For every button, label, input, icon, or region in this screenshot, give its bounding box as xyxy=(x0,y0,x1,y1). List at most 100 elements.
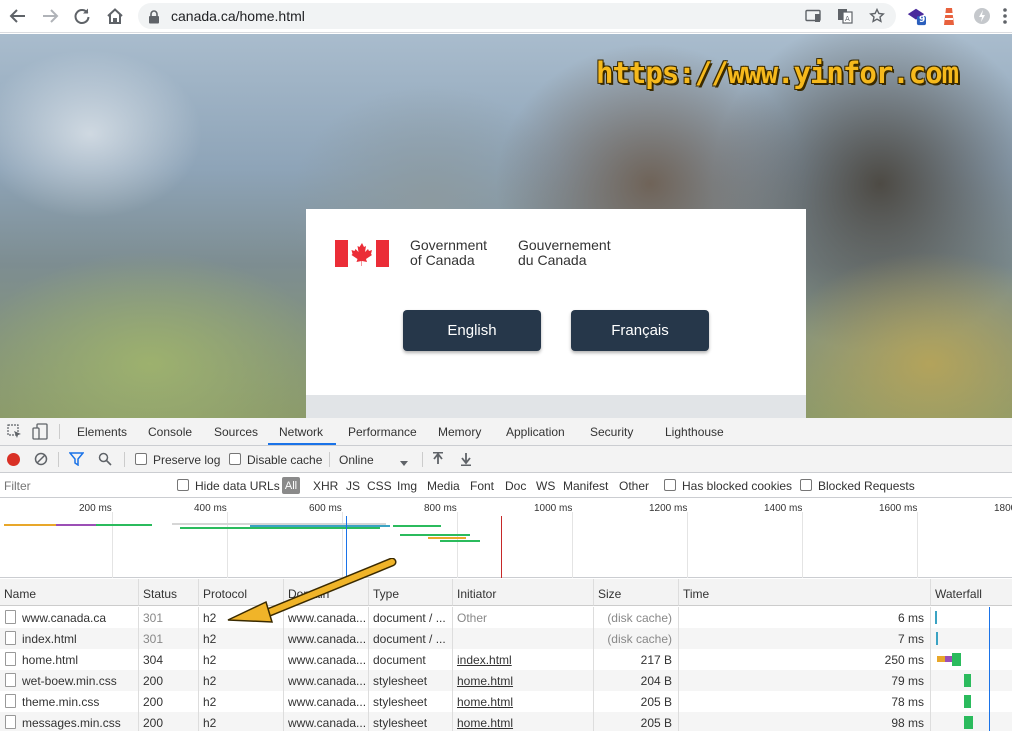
speed-extension-icon[interactable] xyxy=(972,6,992,26)
address-bar[interactable]: canada.ca/home.html A xyxy=(138,3,896,29)
disable-cache-label: Disable cache xyxy=(247,453,323,467)
french-button[interactable]: Français xyxy=(571,310,709,351)
filter-type-other[interactable]: Other xyxy=(619,479,649,493)
splash-card: Government of Canada Gouvernement du Can… xyxy=(306,209,806,418)
tab-application[interactable]: Application xyxy=(506,425,565,439)
dropdown-caret-icon xyxy=(400,456,408,470)
tab-memory[interactable]: Memory xyxy=(438,425,481,439)
forward-button[interactable] xyxy=(38,4,62,28)
tick-label: 600 ms xyxy=(309,503,342,514)
waterfall-bar xyxy=(936,632,938,645)
column-header-time[interactable]: Time xyxy=(679,579,931,606)
cell-time: 6 ms xyxy=(679,607,931,628)
table-row[interactable]: www.canada.ca 301 h2 www.canada... docum… xyxy=(0,607,1012,628)
filter-type-media[interactable]: Media xyxy=(427,479,460,493)
cell-initiator-link[interactable]: index.html xyxy=(453,649,594,670)
tab-network[interactable]: Network xyxy=(279,425,323,439)
record-icon[interactable] xyxy=(7,453,20,466)
tab-lighthouse[interactable]: Lighthouse xyxy=(665,425,724,439)
waterfall-bar xyxy=(935,611,937,624)
cell-status: 301 xyxy=(139,628,199,649)
grid-line xyxy=(572,512,573,578)
cell-size: (disk cache) xyxy=(594,607,679,628)
back-button[interactable] xyxy=(6,4,30,28)
column-header-initiator[interactable]: Initiator xyxy=(453,579,594,606)
filter-type-font[interactable]: Font xyxy=(470,479,494,493)
cell-initiator-link[interactable]: home.html xyxy=(453,670,594,691)
network-toolbar: Preserve log Disable cache Online xyxy=(0,446,1012,473)
hide-data-urls-checkbox[interactable] xyxy=(177,479,189,491)
bookmark-star-icon[interactable] xyxy=(868,7,886,25)
filter-type-all[interactable]: All xyxy=(282,477,300,494)
svg-text:A: A xyxy=(845,15,850,23)
preserve-log-checkbox[interactable] xyxy=(135,453,147,465)
lighthouse-extension-icon[interactable] xyxy=(939,6,959,26)
grid-line xyxy=(687,512,688,578)
device-toolbar-icon[interactable] xyxy=(32,423,48,443)
cell-time: 7 ms xyxy=(679,628,931,649)
export-har-icon[interactable] xyxy=(460,452,472,469)
cell-initiator xyxy=(453,628,594,649)
translate-icon[interactable]: A xyxy=(836,7,854,25)
filter-funnel-icon[interactable] xyxy=(68,452,85,469)
import-har-icon[interactable] xyxy=(432,452,444,469)
waterfall-bar xyxy=(964,674,971,687)
cell-initiator-link[interactable]: home.html xyxy=(453,712,594,731)
divider xyxy=(58,452,59,467)
timeline-bar xyxy=(96,524,152,526)
tab-performance[interactable]: Performance xyxy=(348,425,417,439)
column-header-size[interactable]: Size xyxy=(594,579,679,606)
cast-icon[interactable] xyxy=(804,7,822,25)
tab-elements[interactable]: Elements xyxy=(77,425,127,439)
waterfall-bar xyxy=(952,653,961,666)
disable-cache-checkbox[interactable] xyxy=(229,453,241,465)
table-row[interactable]: theme.min.css 200 h2 www.canada... style… xyxy=(0,691,1012,712)
active-tab-indicator xyxy=(268,443,336,445)
has-blocked-cookies-checkbox[interactable] xyxy=(664,479,676,491)
divider xyxy=(59,424,60,439)
waterfall-bar xyxy=(964,695,971,708)
filter-type-xhr[interactable]: XHR xyxy=(313,479,338,493)
hide-data-urls-label: Hide data URLs xyxy=(195,479,280,493)
network-overview-timeline[interactable]: 200 ms 400 ms 600 ms 800 ms 1000 ms 1200… xyxy=(0,498,1012,578)
column-header-waterfall[interactable]: Waterfall xyxy=(931,579,1012,606)
column-header-name[interactable]: Name xyxy=(0,579,139,606)
clear-icon[interactable] xyxy=(34,452,48,469)
reload-button[interactable] xyxy=(70,4,94,28)
home-icon xyxy=(107,8,123,24)
column-header-status[interactable]: Status xyxy=(139,579,199,606)
filter-type-ws[interactable]: WS xyxy=(536,479,555,493)
extension-icon[interactable]: 9 xyxy=(906,6,926,26)
devtools-panel: Elements Console Sources Network Perform… xyxy=(0,418,1012,731)
filter-type-img[interactable]: Img xyxy=(397,479,417,493)
document-icon xyxy=(5,673,16,687)
search-icon[interactable] xyxy=(98,452,112,469)
filter-input[interactable] xyxy=(0,476,164,496)
filter-type-css[interactable]: CSS xyxy=(367,479,392,493)
timeline-bar xyxy=(400,534,470,536)
english-button[interactable]: English xyxy=(403,310,541,351)
home-button[interactable] xyxy=(103,4,127,28)
cell-initiator-link[interactable]: home.html xyxy=(453,691,594,712)
filter-type-js[interactable]: JS xyxy=(346,479,360,493)
throttling-select[interactable]: Online xyxy=(339,453,374,467)
filter-type-doc[interactable]: Doc xyxy=(505,479,526,493)
tab-sources[interactable]: Sources xyxy=(214,425,258,439)
tick-label: 1200 ms xyxy=(649,503,688,514)
table-row[interactable]: index.html 301 h2 www.canada... document… xyxy=(0,628,1012,649)
document-icon xyxy=(5,694,16,708)
table-row[interactable]: messages.min.css 200 h2 www.canada... st… xyxy=(0,712,1012,731)
table-row[interactable]: home.html 304 h2 www.canada... document … xyxy=(0,649,1012,670)
cell-domain: www.canada... xyxy=(284,670,369,691)
cell-time: 250 ms xyxy=(679,649,931,670)
preserve-log-label: Preserve log xyxy=(153,453,221,467)
inspect-element-icon[interactable] xyxy=(7,424,22,442)
table-row[interactable]: wet-boew.min.css 200 h2 www.canada... st… xyxy=(0,670,1012,691)
divider xyxy=(329,452,330,467)
cell-status: 200 xyxy=(139,670,199,691)
tab-security[interactable]: Security xyxy=(590,425,633,439)
tab-console[interactable]: Console xyxy=(148,425,192,439)
filter-type-manifest[interactable]: Manifest xyxy=(563,479,608,493)
blocked-requests-checkbox[interactable] xyxy=(800,479,812,491)
menu-dots-icon[interactable] xyxy=(995,6,1012,26)
